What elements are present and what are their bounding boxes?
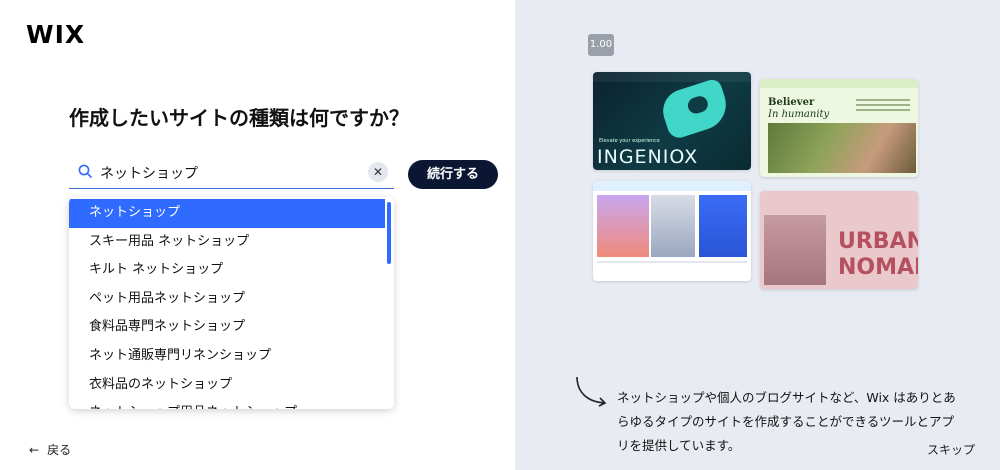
search-icon xyxy=(78,164,92,178)
template-preview-sport xyxy=(593,181,751,281)
zoom-badge: 1.00 xyxy=(588,34,614,56)
template-text-lines xyxy=(856,99,910,114)
template-heading: Believer xyxy=(768,97,815,108)
template-nav xyxy=(593,181,751,191)
skip-button[interactable]: スキップ xyxy=(927,441,975,458)
suggestion-item[interactable]: ネットショップ xyxy=(69,199,385,228)
template-photo xyxy=(699,195,747,257)
suggestion-item[interactable]: キルト ネットショップ xyxy=(69,256,385,285)
left-panel: WIX 作成したいサイトの種類は何ですか？ ✕ 続行する ネットショップスキー用… xyxy=(0,0,515,470)
template-preview-urban-nomad: URBAN NOMAD xyxy=(760,191,918,289)
template-photo xyxy=(768,123,916,173)
continue-button[interactable]: 続行する xyxy=(408,160,498,189)
suggestion-item[interactable]: 食料品専門ネットショップ xyxy=(69,313,385,342)
template-nav xyxy=(593,72,751,82)
template-brand: INGENIOX xyxy=(597,146,699,168)
back-label: 戻る xyxy=(47,443,72,457)
suggestion-item[interactable]: 衣料品のネットショップ xyxy=(69,371,385,400)
template-preview-ingeniox: Elevate your experience INGENIOX xyxy=(593,72,751,170)
template-photo xyxy=(597,195,649,257)
suggestion-list: ネットショップ スキー用品 ネットショップ キルト ネットショップ ペット用品ネットシ… xyxy=(69,199,385,409)
wix-logo[interactable]: WIX xyxy=(26,20,85,49)
info-note: ネットショップや個人のブログサイトなど、Wix はありとあらゆるタイプのサイトを… xyxy=(617,390,956,453)
dropdown-scrollbar[interactable] xyxy=(387,202,391,264)
template-photo xyxy=(651,195,695,257)
page-question: 作成したいサイトの種類は何ですか？ xyxy=(69,106,409,130)
template-subheading: In humanity xyxy=(768,109,830,120)
suggestion-item[interactable]: スキー用品 ネットショップ xyxy=(69,228,385,257)
template-tagline: Elevate your experience xyxy=(599,138,660,144)
suggestion-item[interactable]: ネット通販専門リネンショップ xyxy=(69,342,385,371)
template-photo xyxy=(764,215,826,285)
template-preview-believer: Believer In humanity xyxy=(760,79,918,177)
search-input[interactable] xyxy=(100,161,360,185)
back-button[interactable]: ← 戻る xyxy=(29,441,71,458)
template-nav xyxy=(760,79,918,88)
curved-arrow-icon xyxy=(576,376,607,407)
back-arrow-icon: ← xyxy=(29,443,40,457)
template-heading: URBAN NOMAD xyxy=(838,229,918,280)
suggestion-item[interactable]: ネットショップ用品ネットショップ xyxy=(69,399,385,409)
site-type-search: ✕ xyxy=(69,157,394,189)
suggestion-item[interactable]: ペット用品ネットショップ xyxy=(69,285,385,314)
suggestion-dropdown: ネットショップ スキー用品 ネットショップ キルト ネットショップ ペット用品ネットシ… xyxy=(69,197,394,409)
product-image xyxy=(657,77,733,141)
template-divider xyxy=(597,261,747,263)
clear-search-button[interactable]: ✕ xyxy=(368,162,388,182)
